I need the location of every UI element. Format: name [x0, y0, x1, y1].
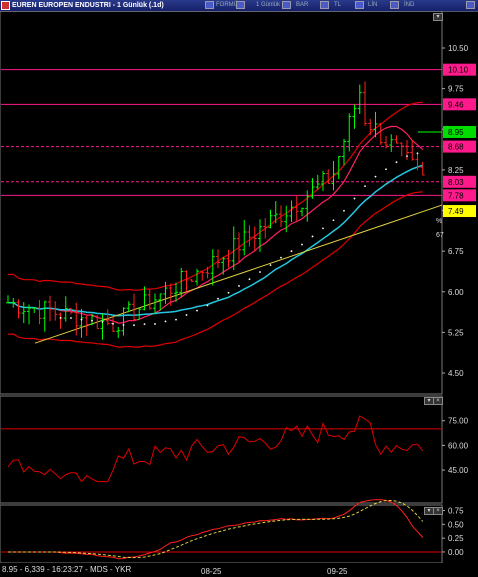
macd-tick-label: 0.25	[448, 534, 464, 543]
close-icon[interactable]	[466, 1, 475, 9]
side-mark-pct: %	[436, 218, 442, 225]
date-label-aug: 08-25	[201, 567, 222, 576]
rsi-panel-close-button[interactable]: ×	[433, 397, 443, 405]
last-price-text: 8.95	[448, 128, 464, 137]
rsi-tick-label: 45.00	[448, 466, 469, 475]
level-label-text: 8.68	[448, 143, 464, 152]
sar-dot	[217, 297, 219, 300]
price-tick-label: 5.25	[448, 328, 464, 337]
sar-dot	[196, 309, 198, 312]
sar-dot	[374, 175, 377, 178]
price-tick-label: 4.50	[448, 369, 464, 378]
macd-panel-frame	[0, 504, 443, 564]
sar-dot	[80, 318, 83, 321]
sar-dot	[101, 320, 104, 323]
sar-dot	[290, 250, 293, 253]
currency-icon[interactable]	[320, 1, 329, 9]
rsi-tick-label: 75.00	[448, 417, 469, 426]
level-label-text: 10.10	[448, 66, 469, 75]
price-tick-label: 6.75	[448, 247, 464, 256]
price-tick-label: 8.25	[448, 166, 464, 175]
sar-dot	[175, 318, 177, 321]
level-labels: 10.10 9.46 8.68 8.03 7.78 7.49 8.95	[418, 63, 476, 218]
sar-dot	[206, 304, 209, 307]
price-panel-menu-button[interactable]: ▾	[433, 13, 443, 21]
sar-dot	[133, 324, 135, 327]
level-label-text: 7.49	[448, 207, 464, 216]
status-bar: 8.95 - 6,339 - 16:23:27 - MDS - YKR	[0, 563, 478, 577]
toolbar-bar[interactable]: BAR	[296, 0, 308, 11]
rsi-indicator: 75.00 60.00 45.00	[1, 415, 469, 483]
toolbar-tl[interactable]: TL	[334, 0, 341, 11]
macd-line	[8, 499, 424, 560]
sar-dot	[395, 161, 398, 164]
sar-dot	[311, 235, 314, 238]
macd-tick-label: 0.75	[448, 507, 464, 516]
toolbar-period[interactable]: 1 Günlük	[256, 0, 280, 11]
ma-fast-line	[7, 125, 424, 324]
linear-icon[interactable]	[355, 1, 364, 9]
sar-dot	[416, 152, 419, 155]
sar-dot	[122, 324, 125, 326]
indicator-lines	[7, 101, 443, 348]
status-text: 8.95 - 6,339 - 16:23:27 - MDS - YKR	[2, 565, 132, 574]
sar-dot	[248, 278, 251, 281]
sar-dot	[59, 316, 62, 319]
macd-tick-label: 0.50	[448, 520, 464, 529]
sar-dot	[269, 264, 272, 267]
sar-dot	[301, 243, 303, 246]
price-tick-label: 6.00	[448, 288, 464, 297]
toolbar-ind[interactable]: İND	[404, 0, 414, 11]
price-tick-label: 10.50	[448, 44, 469, 53]
sar-dot	[385, 168, 387, 171]
sar-dot	[238, 285, 240, 287]
formula-icon[interactable]	[205, 1, 214, 9]
ma-slow-line	[7, 164, 424, 317]
rsi-tick-label: 60.00	[448, 441, 469, 450]
sar-dot	[259, 271, 261, 273]
sar-dot	[343, 209, 345, 212]
sar-dot	[364, 185, 366, 188]
macd-tick-label: 0.00	[448, 548, 464, 557]
date-label-sep: 09-25	[327, 567, 348, 576]
price-panel-frame	[0, 11, 443, 395]
level-label-text: 9.46	[448, 100, 464, 109]
sar-dot	[70, 317, 72, 319]
sar-dot	[164, 320, 167, 323]
indicator-icon[interactable]	[390, 1, 399, 9]
app-icon	[1, 1, 10, 10]
sar-dot	[332, 219, 335, 222]
bollinger-upper	[7, 101, 423, 291]
sar-dot	[227, 291, 230, 294]
price-tick-label: 9.75	[448, 85, 464, 94]
bollinger-lower	[7, 191, 423, 348]
sar-dot	[185, 314, 188, 316]
period-icon[interactable]	[236, 1, 245, 9]
toolbar-lin[interactable]: LİN	[368, 0, 377, 11]
rsi-line	[7, 415, 424, 483]
sar-dot	[280, 256, 282, 259]
sar-dot	[143, 323, 146, 325]
trend-line	[34, 204, 443, 344]
bar-icon[interactable]	[282, 1, 291, 9]
side-mark-67: 67	[436, 232, 444, 239]
sar-dot	[112, 322, 114, 325]
sar-dot	[322, 227, 324, 230]
sar-dot	[154, 323, 156, 325]
macd-panel-close-button[interactable]: ×	[433, 507, 443, 515]
macd-indicator: 0.75 0.50 0.25 0.00	[1, 499, 464, 560]
level-label-text: 8.03	[448, 178, 464, 187]
level-label-text: 7.78	[448, 191, 464, 200]
chart-area[interactable]: 10.509.759.008.257.506.756.005.254.50 10…	[0, 11, 478, 574]
sar-dot	[91, 319, 93, 322]
sar-dot	[353, 197, 356, 200]
sar-dot	[406, 155, 408, 158]
window-title: EUREN EUROPEN ENDUSTRI - 1 Günlük (.1d)	[12, 2, 164, 9]
rsi-panel-frame	[0, 395, 443, 504]
